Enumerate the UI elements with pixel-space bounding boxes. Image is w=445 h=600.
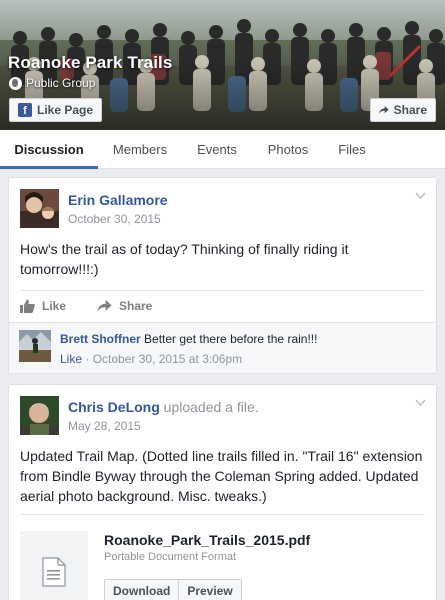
post-author[interactable]: Erin Gallamore xyxy=(68,192,168,208)
comment-dot: · xyxy=(85,352,93,366)
comment-text: Better get there before the rain!!! xyxy=(144,332,318,346)
post-author-line: Chris DeLong uploaded a file. xyxy=(68,399,259,415)
group-cover: Roanoke Park Trails Public Group f Like … xyxy=(0,0,445,130)
chevron-down-icon[interactable] xyxy=(415,399,426,407)
share-group-button[interactable]: Share xyxy=(370,98,436,122)
post-card: Erin Gallamore October 30, 2015 How's th… xyxy=(8,177,437,374)
download-button[interactable]: Download xyxy=(105,580,179,600)
privacy-label: Public Group xyxy=(26,76,96,90)
share-label: Share xyxy=(119,299,153,313)
share-button[interactable]: Share xyxy=(97,299,152,313)
comment-timestamp[interactable]: October 30, 2015 at 3:06pm xyxy=(93,352,242,366)
facebook-f-icon: f xyxy=(18,103,32,117)
like-label: Like xyxy=(42,299,67,313)
tab-files[interactable]: Files xyxy=(324,130,380,169)
avatar-photo xyxy=(20,189,59,228)
post-date[interactable]: May 28, 2015 xyxy=(68,419,141,433)
avatar[interactable] xyxy=(20,189,59,228)
file-thumbnail[interactable] xyxy=(20,531,88,600)
like-button[interactable]: Like xyxy=(20,299,66,313)
post-text: Updated Trail Map. (Dotted line trails f… xyxy=(20,448,423,504)
avatar-photo xyxy=(20,396,59,435)
group-name[interactable]: Roanoke Park Trails xyxy=(8,53,172,73)
post-text: How's the trail as of today? Thinking of… xyxy=(20,241,349,277)
share-arrow-icon xyxy=(97,300,112,312)
share-arrow-icon xyxy=(379,105,389,115)
post-activity: uploaded a file. xyxy=(163,399,259,415)
post-author[interactable]: Chris DeLong xyxy=(68,399,160,415)
comment-like-link[interactable]: Like xyxy=(60,352,82,366)
preview-button[interactable]: Preview xyxy=(178,580,241,600)
group-privacy: Public Group xyxy=(9,76,95,90)
globe-icon xyxy=(9,76,22,90)
divider xyxy=(20,290,425,291)
like-thumb-icon xyxy=(20,299,35,313)
comment-avatar-photo xyxy=(19,330,51,362)
divider xyxy=(20,514,425,515)
avatar[interactable] xyxy=(20,396,59,435)
chevron-down-icon[interactable] xyxy=(415,192,426,200)
group-tabs: Discussion Members Events Photos Files xyxy=(0,130,445,169)
comment-section: Brett Shoffner Better get there before t… xyxy=(9,322,436,373)
file-type: Portable Document Format xyxy=(104,551,237,563)
tab-members[interactable]: Members xyxy=(98,130,182,169)
tab-discussion[interactable]: Discussion xyxy=(0,130,98,169)
tab-photos[interactable]: Photos xyxy=(252,130,324,169)
post-date[interactable]: October 30, 2015 xyxy=(68,212,161,226)
comment-line: Brett Shoffner Better get there before t… xyxy=(60,332,317,346)
like-page-button[interactable]: f Like Page xyxy=(9,98,103,122)
file-name[interactable]: Roanoke_Park_Trails_2015.pdf xyxy=(104,532,310,548)
comment-meta: Like · October 30, 2015 at 3:06pm xyxy=(60,352,242,366)
share-label: Share xyxy=(393,103,427,117)
document-icon xyxy=(42,557,66,587)
like-page-label: Like Page xyxy=(37,103,94,117)
comment-avatar[interactable] xyxy=(19,330,51,362)
tab-events[interactable]: Events xyxy=(182,130,252,169)
comment-author[interactable]: Brett Shoffner xyxy=(60,332,141,346)
post-card: Chris DeLong uploaded a file. May 28, 20… xyxy=(8,384,437,600)
file-actions: Download Preview xyxy=(104,579,242,600)
